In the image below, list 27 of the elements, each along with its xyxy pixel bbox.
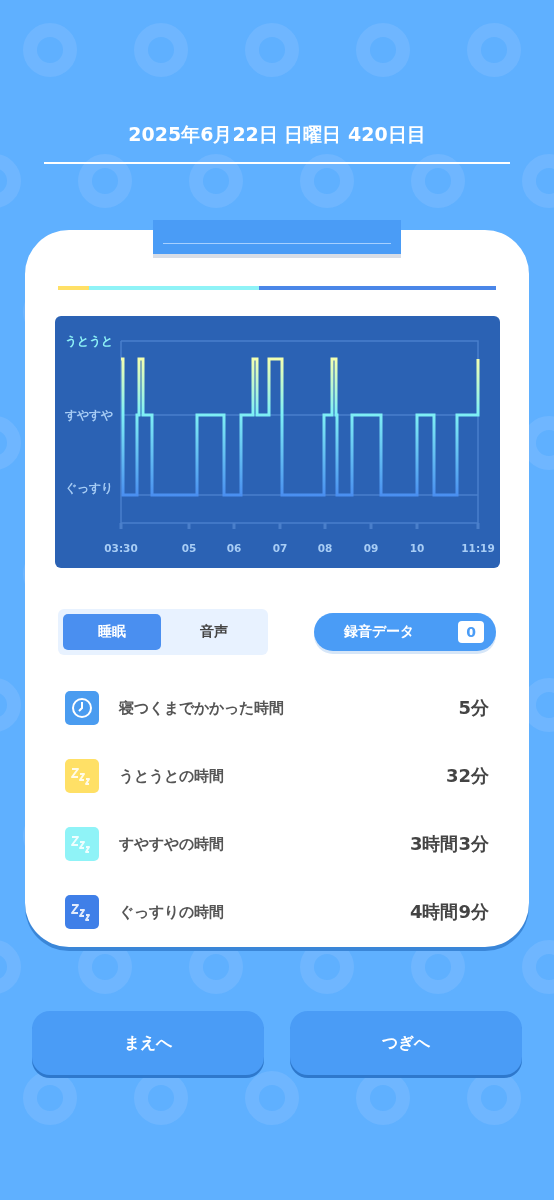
axis-label: 06 [226, 542, 241, 554]
stat-label: すやすやの時間 [119, 834, 225, 854]
count-badge: 0 [458, 621, 484, 643]
tab[interactable]: 睡眠 [63, 614, 161, 650]
stat-value: 5分 [458, 696, 489, 720]
stat-value: 4時間9分 [409, 900, 489, 924]
axis-label: すやすや [64, 408, 113, 422]
stat-label: 寝つくまでかかった時間 [119, 698, 285, 718]
axis-label: 10 [409, 542, 424, 554]
recording-label: 録音データ [344, 623, 414, 641]
next-button[interactable]: つぎへ [290, 1011, 522, 1075]
axis-label: 08 [317, 542, 332, 554]
date-title: 2025年6月22日 日曜日 420日目 [128, 122, 426, 147]
axis-label: 09 [363, 542, 378, 554]
axis-label: 03:30 [103, 542, 138, 554]
axis-label: 05 [181, 542, 196, 554]
stat-label: ぐっすりの時間 [119, 902, 225, 922]
tab[interactable]: 音声 [165, 614, 263, 650]
recording-data-button[interactable]: 録音データ 0 [314, 613, 496, 651]
stat-value: 3時間3分 [409, 832, 489, 856]
axis-label: うとうと [64, 334, 113, 348]
axis-label: 07 [272, 542, 287, 554]
stat-value: 32分 [445, 764, 489, 788]
axis-label: ぐっすり [64, 481, 113, 495]
stat-label: うとうとの時間 [119, 766, 225, 786]
axis-label: 11:19 [460, 542, 495, 554]
previous-button[interactable]: まえへ [32, 1011, 264, 1075]
